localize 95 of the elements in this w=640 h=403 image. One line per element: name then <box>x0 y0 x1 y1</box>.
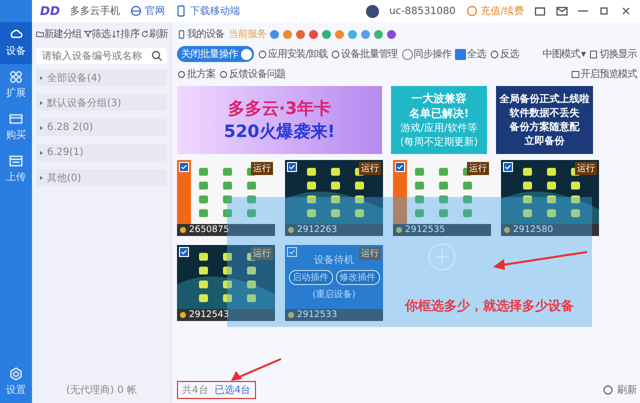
rail-item[interactable]: 购买 <box>0 106 32 148</box>
status-tag: 运行 <box>575 162 597 175</box>
preview-mode-link[interactable]: 开启预览模式 <box>570 67 637 81</box>
device-card[interactable]: 运行 2912543 <box>177 245 275 321</box>
maximize-icon <box>598 5 610 17</box>
tray-icon <box>9 154 23 168</box>
status-tag: 运行 <box>359 162 381 175</box>
device-id: 2912263 <box>297 225 338 235</box>
plugin-button[interactable]: 启动插件 <box>288 270 332 285</box>
sort-icon <box>112 30 120 38</box>
search-icon <box>151 50 163 62</box>
sub-link[interactable]: 反馈设备问题 <box>219 67 286 81</box>
device-checkbox[interactable] <box>287 162 297 172</box>
status-tag: 运行 <box>251 162 273 175</box>
search-field[interactable]: 请输入设备编号或名称 <box>36 48 167 64</box>
toolbar-button[interactable]: 新建分组 <box>36 27 82 41</box>
service-dot[interactable] <box>361 30 370 38</box>
toolbar-button[interactable]: 筛选 <box>84 27 110 41</box>
action-label[interactable]: 应用安装/卸载 <box>268 47 328 61</box>
service-dot[interactable] <box>348 30 358 38</box>
sub-link[interactable]: 批方案 <box>177 67 216 81</box>
app-logo: DD <box>40 4 60 18</box>
mail-icon <box>556 5 568 17</box>
my-devices-tab[interactable]: 我的设备 <box>177 27 225 41</box>
checkbox[interactable] <box>455 48 466 60</box>
total-count: 共4台 <box>182 384 208 397</box>
device-card[interactable]: 运行 2912535 <box>393 160 491 236</box>
switch-display-button[interactable]: 切换显示 <box>589 47 637 61</box>
card-icon <box>9 112 23 126</box>
phone-icon <box>174 5 187 17</box>
device-id: 2912535 <box>405 225 446 235</box>
action-label[interactable]: 全选 <box>467 47 486 61</box>
agent-count: (无代理商) 0 帐 <box>65 384 138 397</box>
batch-toggle[interactable]: 关闭批量操作 <box>177 46 254 62</box>
device-id: 2912543 <box>189 310 230 320</box>
promo-banner[interactable]: 全局备份正式上线啦 软件数据不丢失 备份方案随意配 立即备份 <box>496 86 593 154</box>
device-card[interactable]: 运行 2912580 <box>501 160 599 236</box>
user-id: uc-88531080 <box>389 6 456 16</box>
header-link[interactable]: 官网 <box>130 4 165 18</box>
grid-icon <box>9 70 23 84</box>
service-dot[interactable] <box>322 30 332 38</box>
status-text: 设备待机 <box>314 254 354 267</box>
device-checkbox[interactable] <box>179 247 189 257</box>
box-icon <box>534 5 546 17</box>
device-checkbox[interactable] <box>287 247 297 257</box>
promo-banner[interactable]: 多多云·3年卡 520火爆袭来! <box>177 86 382 154</box>
service-dot[interactable] <box>335 30 344 38</box>
radio-button[interactable] <box>402 48 413 60</box>
display-icon <box>589 50 598 58</box>
service-label: 当前服务 <box>228 28 266 41</box>
settings-icon <box>9 367 23 381</box>
device-id: 2912533 <box>297 310 338 320</box>
preview-icon <box>570 70 580 78</box>
globe-icon <box>130 5 142 17</box>
action-icon <box>331 50 340 58</box>
annotation-text: 你框选多少，就选择多少设备 <box>405 298 574 315</box>
device-checkbox[interactable] <box>179 162 189 172</box>
header-link[interactable]: 下载移动端 <box>174 4 240 18</box>
device-id: 2650875 <box>189 225 230 235</box>
folder-icon <box>36 30 44 38</box>
service-dot[interactable] <box>296 30 306 38</box>
status-tag: 运行 <box>251 247 273 260</box>
close-icon <box>620 5 632 17</box>
service-dot[interactable] <box>309 30 318 38</box>
minimize-icon <box>578 10 588 12</box>
action-label[interactable]: 同步操作 <box>414 47 452 61</box>
status-tag: 运行 <box>359 247 381 260</box>
rail-item[interactable]: 设置 <box>0 361 32 403</box>
device-id: 2912580 <box>513 225 554 235</box>
device-card[interactable]: 运行 2650875 <box>177 160 275 236</box>
refresh-button[interactable]: 刷新 <box>602 383 637 397</box>
add-icon <box>427 242 457 272</box>
action-icon <box>258 50 267 58</box>
rail-item[interactable]: 设备 <box>0 22 32 64</box>
status-tag: 运行 <box>467 162 489 175</box>
device-card[interactable]: 设备待机 启动插件 修改插件 (重启设备) 运行 2912533 <box>285 245 383 321</box>
service-dot[interactable] <box>270 30 280 38</box>
service-dot[interactable] <box>387 30 396 38</box>
selected-count: 已选4台 <box>214 384 251 397</box>
action-icon <box>490 50 499 58</box>
plugin-button[interactable]: 修改插件 <box>336 270 380 285</box>
action-label[interactable]: 设备批量管理 <box>341 47 398 61</box>
service-dot[interactable] <box>283 30 292 38</box>
device-checkbox[interactable] <box>503 162 513 172</box>
action-label[interactable]: 反选 <box>500 47 519 61</box>
toolbar-button[interactable]: 刷新 <box>141 27 168 41</box>
device-checkbox[interactable] <box>395 162 405 172</box>
service-dot[interactable] <box>374 30 384 38</box>
view-mode-dropdown[interactable]: 中图模式▾ <box>542 47 586 61</box>
app-name: 多多云手机 <box>70 4 120 18</box>
phone-icon <box>177 30 186 38</box>
toolbar-button[interactable]: 排序 <box>112 27 140 41</box>
avatar[interactable] <box>366 4 380 18</box>
filter-icon <box>84 30 92 38</box>
device-card[interactable]: 运行 2912263 <box>285 160 383 236</box>
